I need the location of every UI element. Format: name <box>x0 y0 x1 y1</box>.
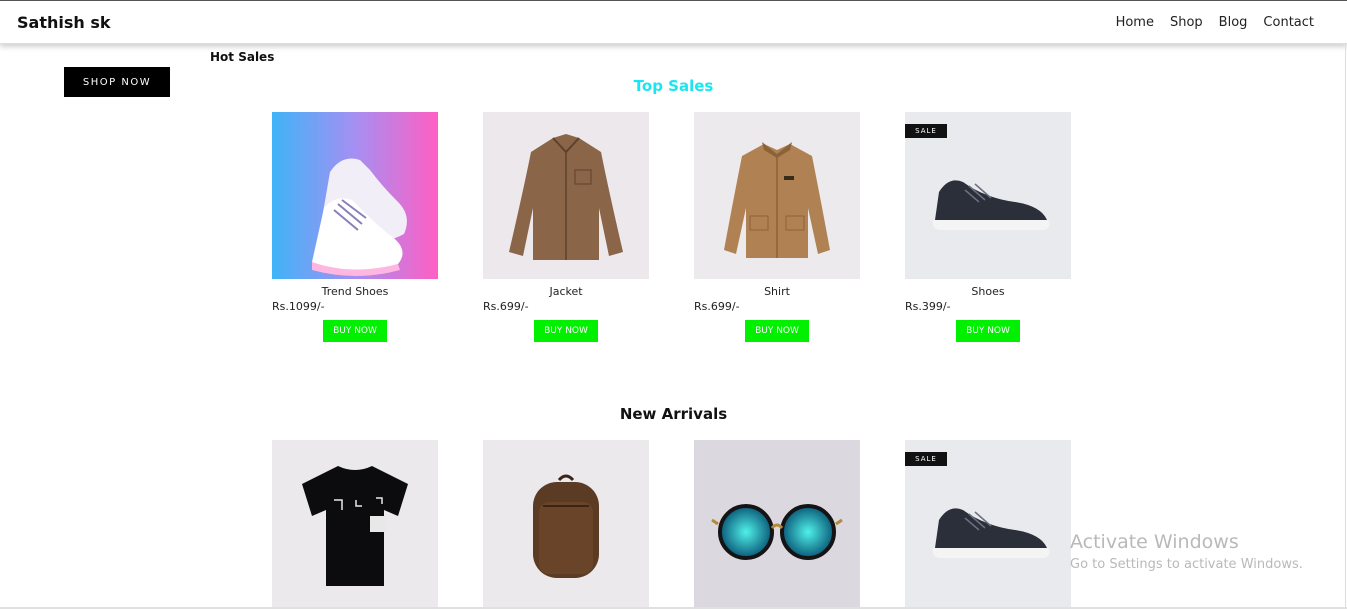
arrival-card-tshirt <box>272 440 438 607</box>
sale-badge: SALE <box>905 124 947 138</box>
product-name: Shirt <box>764 285 790 298</box>
shirt-photo[interactable] <box>694 112 860 279</box>
product-card-shoes: SALE Shoes Rs.399/- BUY NOW <box>905 112 1071 342</box>
arrival-card-sunglasses <box>694 440 860 607</box>
product-card-jacket: Jacket Rs.699/- BUY NOW <box>483 112 649 342</box>
product-name: Trend Shoes <box>321 285 389 298</box>
product-price: Rs.399/- <box>905 300 951 313</box>
hot-sales-heading: Hot Sales <box>210 50 275 64</box>
nav-links: Home Shop Blog Contact <box>1116 15 1314 30</box>
shoe-photo[interactable]: SALE <box>905 112 1071 279</box>
product-card-shirt: Shirt Rs.699/- BUY NOW <box>694 112 860 342</box>
navbar: Sathish sk Home Shop Blog Contact <box>0 1 1347 44</box>
nav-link-contact[interactable]: Contact <box>1263 15 1314 30</box>
product-name: Jacket <box>549 285 583 298</box>
product-card-trend-shoes: Trend Shoes Rs.1099/- BUY NOW <box>272 112 438 342</box>
product-price: Rs.699/- <box>483 300 529 313</box>
activate-windows-subtitle: Go to Settings to activate Windows. <box>1070 557 1303 572</box>
tshirt-photo[interactable] <box>272 440 438 607</box>
buy-now-button[interactable]: BUY NOW <box>323 320 387 342</box>
buy-now-button[interactable]: BUY NOW <box>956 320 1020 342</box>
buy-now-button[interactable]: BUY NOW <box>534 320 598 342</box>
product-price: Rs.1099/- <box>272 300 325 313</box>
nav-link-shop[interactable]: Shop <box>1170 15 1203 30</box>
jacket-photo[interactable] <box>483 112 649 279</box>
product-price: Rs.699/- <box>694 300 740 313</box>
nav-link-home[interactable]: Home <box>1116 15 1154 30</box>
brand-logo[interactable]: Sathish sk <box>17 13 111 32</box>
arrival-card-backpack <box>483 440 649 607</box>
page-edge <box>1345 44 1346 609</box>
activate-windows-title: Activate Windows <box>1070 531 1239 553</box>
shoe-photo[interactable]: SALE <box>905 440 1071 607</box>
sneaker-photo[interactable] <box>272 112 438 279</box>
sale-badge: SALE <box>905 452 947 466</box>
sunglasses-photo[interactable] <box>694 440 860 607</box>
backpack-photo[interactable] <box>483 440 649 607</box>
arrival-card-shoes: SALE <box>905 440 1071 607</box>
nav-link-blog[interactable]: Blog <box>1219 15 1248 30</box>
new-arrivals-title: New Arrivals <box>619 405 728 423</box>
buy-now-button[interactable]: BUY NOW <box>745 320 809 342</box>
product-name: Shoes <box>971 285 1005 298</box>
top-sales-title: Top Sales <box>633 77 714 95</box>
